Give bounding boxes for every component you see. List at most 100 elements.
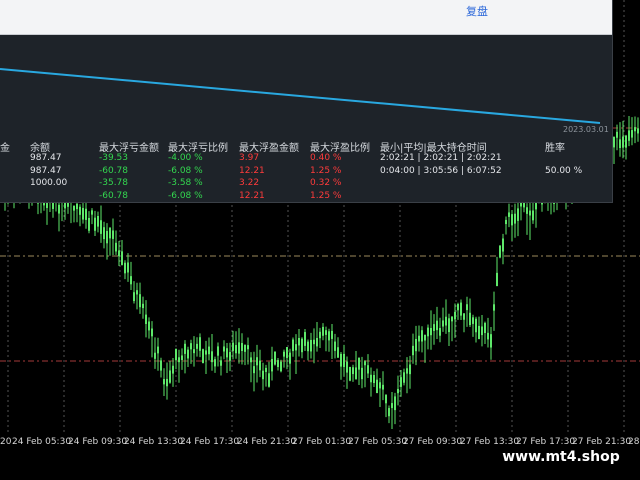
candle-body — [526, 207, 528, 214]
candle-body — [397, 388, 399, 394]
candle-body — [136, 290, 138, 295]
stats-header-2: 最大浮亏金额 — [99, 143, 159, 154]
candle-body — [235, 345, 237, 354]
candle-body — [322, 326, 324, 336]
candle-body — [298, 338, 300, 346]
candle-body — [127, 262, 129, 273]
stats-cell-max-float-loss: -60.78 — [99, 191, 129, 201]
candle-body — [442, 320, 444, 327]
candle-body — [208, 346, 210, 355]
candle-body — [253, 366, 255, 374]
candle-body — [313, 339, 315, 345]
stats-header-5: 最大浮盈比例 — [310, 143, 370, 154]
candle-body — [292, 339, 294, 352]
candle-body — [97, 216, 99, 227]
candle-body — [391, 403, 393, 409]
candle-body — [172, 365, 174, 374]
candle-body — [316, 338, 318, 347]
candle-body — [355, 367, 357, 380]
candle-body — [94, 217, 96, 231]
candle-body — [487, 332, 489, 340]
candle-body — [460, 302, 462, 316]
candle-body — [166, 378, 168, 387]
candle-body — [511, 214, 513, 226]
candle-body — [427, 327, 429, 337]
candle-body — [214, 359, 216, 367]
candle-body — [238, 342, 240, 354]
stats-header-6: 最小|平均|最大持仓时间 — [380, 143, 487, 154]
candle-body — [379, 382, 381, 389]
candle-body — [352, 367, 354, 375]
candle-body — [613, 136, 615, 148]
stats-cell-max-float-loss-pct: -4.00 % — [168, 153, 203, 163]
candle-body — [142, 303, 144, 309]
stats-header-4: 最大浮盈金额 — [239, 143, 299, 154]
stats-cell-max-float-profit-pct: 0.32 % — [310, 178, 342, 188]
candle-body — [250, 357, 252, 363]
candle-body — [118, 250, 120, 257]
stats-cell-max-float-loss-pct: -3.58 % — [168, 178, 203, 188]
candle-body — [121, 251, 123, 265]
candle-body — [466, 304, 468, 311]
candle-body — [115, 242, 117, 252]
time-axis-label: 27 Feb 05:30 — [348, 437, 408, 447]
candle-body — [424, 334, 426, 341]
stats-cell-max-float-loss: -60.78 — [99, 166, 129, 176]
candle-body — [400, 377, 402, 387]
candle-body — [403, 372, 405, 383]
candle-body — [199, 337, 201, 351]
candle-body — [193, 349, 195, 354]
candle-body — [217, 346, 219, 356]
candle-body — [439, 327, 441, 336]
candle-body — [370, 374, 372, 383]
stats-cell-max-float-profit: 12.21 — [239, 166, 265, 176]
candle-body — [490, 334, 492, 348]
candle-body — [82, 207, 84, 220]
replay-button[interactable]: 复盘 — [466, 3, 488, 19]
candle-body — [634, 127, 636, 132]
candle-body — [472, 317, 474, 324]
candle-body — [58, 204, 60, 214]
candle-body — [73, 205, 75, 211]
candle-body — [358, 357, 360, 370]
candle-body — [448, 318, 450, 333]
candle-body — [175, 348, 177, 361]
candle-body — [247, 345, 249, 350]
candle-body — [163, 379, 165, 385]
candle-body — [451, 316, 453, 322]
candle-body — [151, 328, 153, 337]
stats-header-3: 最大浮亏比例 — [168, 143, 228, 154]
candle-body — [196, 343, 198, 349]
candle-body — [532, 210, 534, 221]
candle-body — [211, 351, 213, 363]
candle-body — [340, 353, 342, 367]
candle-body — [328, 331, 330, 341]
candle-body — [433, 324, 435, 331]
candle-body — [259, 360, 261, 371]
candle-body — [103, 227, 105, 240]
time-axis-label: 27 Feb 09:30 — [403, 437, 463, 447]
candle-body — [493, 304, 495, 311]
candle-body — [277, 360, 279, 368]
stats-cell-max-float-profit: 3.22 — [239, 178, 260, 188]
candle-body — [454, 311, 456, 320]
candle-body — [232, 342, 234, 351]
candle-body — [100, 220, 102, 234]
candle-body — [304, 332, 306, 346]
candle-body — [496, 272, 498, 287]
candle-body — [625, 135, 627, 148]
time-axis-label: 27 Feb 01:30 — [292, 437, 352, 447]
candle-body — [529, 210, 531, 216]
stats-cell-hold-time: 0:04:00 | 3:05:56 | 6:07:52 — [380, 166, 502, 176]
stats-cell-max-float-loss-pct: -6.08 % — [168, 191, 203, 201]
candle-body — [445, 316, 447, 326]
candle-body — [85, 208, 87, 220]
candle-body — [202, 349, 204, 364]
candle-body — [319, 331, 321, 339]
candle-body — [514, 213, 516, 224]
candle-body — [421, 330, 423, 342]
candle-body — [124, 262, 126, 274]
stats-cell-max-float-profit: 3.97 — [239, 153, 260, 163]
candle-body — [256, 357, 258, 366]
candle-body — [148, 321, 150, 331]
